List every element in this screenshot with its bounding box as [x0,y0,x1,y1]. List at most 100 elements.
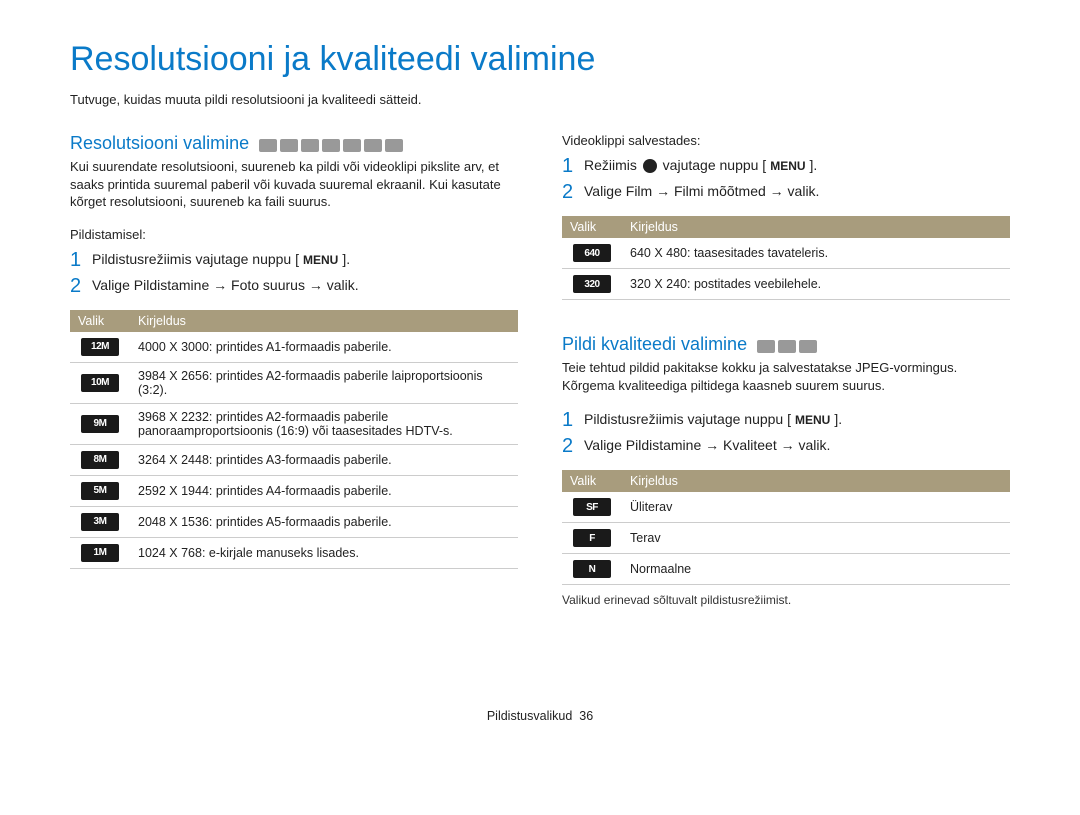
right-column: Videoklippi salvestades: 1 Režiimis vaju… [562,133,1010,619]
menu-badge: MENU [299,252,342,269]
mode-icon [799,340,817,353]
left-column: Resolutsiooni valimine Kui suurendate re… [70,133,518,619]
mode-icon [259,139,277,152]
mode-icon [343,139,361,152]
option-desc: 3968 X 2232: printides A2-formaadis pabe… [130,403,518,444]
menu-badge: MENU [766,158,809,175]
step-number: 1 [562,156,574,176]
step-item: 2 Valige Film → Filmi mõõtmed → valik. [562,182,1010,202]
mode-icon [757,340,775,353]
table-row: 5M 2592 X 1944: printides A4-formaadis pa… [70,475,518,506]
option-icon: 1M [81,544,119,562]
mode-icon [364,139,382,152]
resolution-steps: 1 Pildistusrežiimis vajutage nuppu [MENU… [70,250,518,296]
option-desc: 320 X 240: postitades veebilehele. [622,269,1010,300]
step-item: 2 Valige Pildistamine → Kvaliteet → vali… [562,436,1010,456]
mode-icon [385,139,403,152]
step-text-part: Pildistusrežiimis vajutage nuppu [ [584,411,791,427]
th-option: Valik [70,310,130,332]
table-row: 1M 1024 X 768: e-kirjale manuseks lisades… [70,537,518,568]
option-icon: N [573,560,611,578]
resolution-table: Valik Kirjeldus 12M 4000 X 3000: printide… [70,310,518,569]
resolution-paragraph: Kui suurendate resolutsiooni, suureneb k… [70,158,518,211]
step-text: Valige Film → Filmi mõõtmed → valik. [584,182,819,202]
step-text: Pildistusrežiimis vajutage nuppu [MENU]. [92,250,350,270]
video-subhead: Videoklippi salvestades: [562,133,1010,148]
option-icon: 3M [81,513,119,531]
video-table: Valik Kirjeldus 640640 X 480: taasesitad… [562,216,1010,300]
step-item: 1 Pildistusrežiimis vajutage nuppu [MENU… [70,250,518,270]
table-row: 12M 4000 X 3000: printides A1-formaadis p… [70,332,518,363]
option-desc: 3264 X 2448: printides A3-formaadis pabe… [130,444,518,475]
option-desc: 2048 X 1536: printides A5-formaadis pabe… [130,506,518,537]
video-mode-icon [643,159,657,173]
table-row: 640640 X 480: taasesitades tavateleris. [562,238,1010,269]
step-item: 1 Pildistusrežiimis vajutage nuppu [MENU… [562,410,1010,430]
option-desc: 2592 X 1944: printides A4-formaadis pabe… [130,475,518,506]
step-number: 2 [70,276,82,296]
mode-icon [301,139,319,152]
table-row: SFÜliterav [562,492,1010,523]
th-description: Kirjeldus [622,216,1010,238]
columns: Resolutsiooni valimine Kui suurendate re… [70,133,1010,619]
option-desc: 3984 X 2656: printides A2-formaadis pabe… [130,362,518,403]
step-number: 1 [562,410,574,430]
table-row: 3M 2048 X 1536: printides A5-formaadis pa… [70,506,518,537]
video-steps: 1 Režiimis vajutage nuppu [MENU]. 2 Vali… [562,156,1010,202]
step-text-part: vajutage nuppu [ [659,157,766,173]
option-icon: 12M [81,338,119,356]
footer-section: Pildistusvalikud [487,709,572,723]
step-text-part: ]. [342,251,350,267]
th-option: Valik [562,216,622,238]
intro-text: Tutvuge, kuidas muuta pildi resolutsioon… [70,92,1010,107]
mode-icon [322,139,340,152]
option-icon: F [573,529,611,547]
step-text: Valige Pildistamine → Foto suurus → vali… [92,276,359,296]
step-text: Režiimis vajutage nuppu [MENU]. [584,156,817,176]
quality-steps: 1 Pildistusrežiimis vajutage nuppu [MENU… [562,410,1010,456]
footer: Pildistusvalikud 36 [70,709,1010,723]
section-heading-quality: Pildi kvaliteedi valimine [562,334,747,355]
th-option: Valik [562,470,622,492]
option-icon: SF [573,498,611,516]
mode-icons-resolution [259,139,403,152]
step-number: 2 [562,182,574,202]
option-desc: 4000 X 3000: printides A1-formaadis pabe… [130,332,518,363]
step-text-part: ]. [810,157,818,173]
quality-table: Valik Kirjeldus SFÜliterav F Terav N Norma… [562,470,1010,585]
option-icon: 640 [573,244,611,262]
option-icon: 10M [81,374,119,392]
step-item: 1 Režiimis vajutage nuppu [MENU]. [562,156,1010,176]
step-text-part: Režiimis [584,157,641,173]
option-desc: 1024 X 768: e-kirjale manuseks lisades. [130,537,518,568]
option-desc: Terav [622,523,1010,554]
quality-note: Valikud erinevad sõltuvalt pildistusreži… [562,593,1010,607]
mode-icon [280,139,298,152]
option-desc: Normaalne [622,554,1010,585]
option-icon: 320 [573,275,611,293]
page-title: Resolutsiooni ja kvaliteedi valimine [70,40,1010,79]
th-description: Kirjeldus [622,470,1010,492]
step-text-part: Pildistusrežiimis vajutage nuppu [ [92,251,299,267]
quality-paragraph: Teie tehtud pildid pakitakse kokku ja sa… [562,359,1010,394]
footer-page: 36 [579,709,593,723]
mode-icons-quality [757,340,817,353]
step-text: Valige Pildistamine → Kvaliteet → valik. [584,436,830,456]
table-row: N Normaalne [562,554,1010,585]
step-text-part: ]. [834,411,842,427]
table-row: 8M 3264 X 2448: printides A3-formaadis pa… [70,444,518,475]
step-item: 2 Valige Pildistamine → Foto suurus → va… [70,276,518,296]
menu-badge: MENU [791,412,834,429]
table-row: F Terav [562,523,1010,554]
step-number: 2 [562,436,574,456]
th-description: Kirjeldus [130,310,518,332]
option-icon: 8M [81,451,119,469]
table-row: 320 320 X 240: postitades veebilehele. [562,269,1010,300]
mode-icon [778,340,796,353]
step-text: Pildistusrežiimis vajutage nuppu [MENU]. [584,410,842,430]
step-number: 1 [70,250,82,270]
shooting-subhead: Pildistamisel: [70,227,518,242]
option-icon: 9M [81,415,119,433]
option-icon: 5M [81,482,119,500]
table-row: 10M 3984 X 2656: printides A2-formaadis p… [70,362,518,403]
